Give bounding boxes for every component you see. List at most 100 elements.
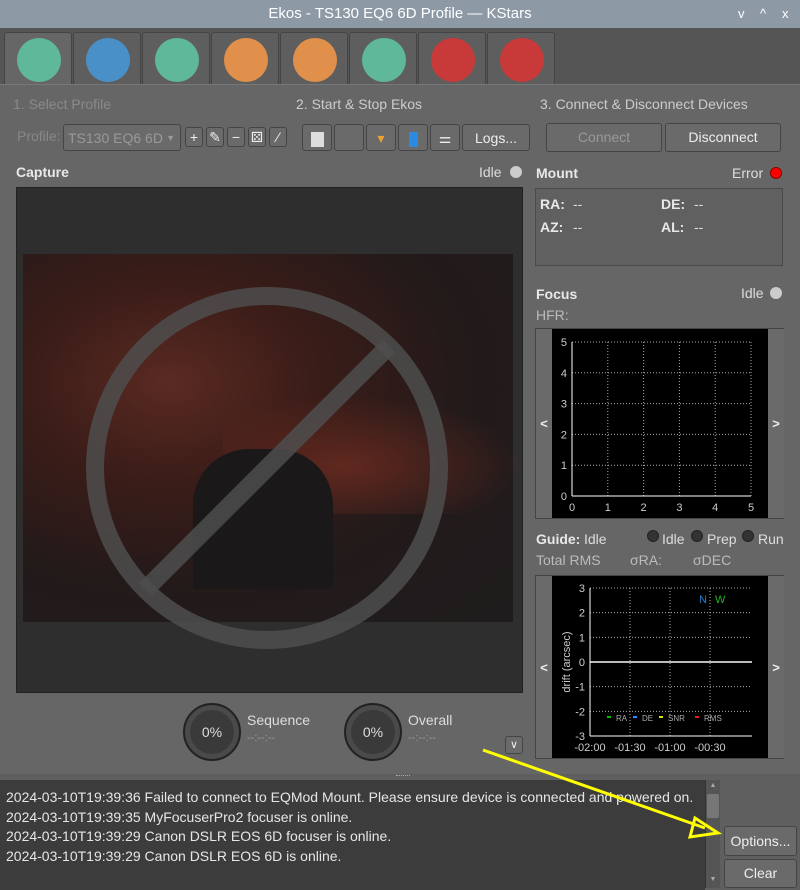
capture-status: Idle: [479, 164, 502, 180]
y-tick-label: 1: [561, 460, 567, 472]
overall-progress: 0%: [344, 703, 402, 761]
log-line: 2024-03-10T19:39:29 Canon DSLR EOS 6D fo…: [6, 828, 392, 844]
tab-focus[interactable]: [280, 32, 348, 84]
legend-swatch-rms: [695, 716, 699, 718]
ra-label: RA:: [540, 196, 565, 212]
wizard-button[interactable]: ⁄: [269, 127, 287, 147]
y-tick-label: -1: [575, 682, 585, 694]
compass-w: W: [715, 594, 726, 606]
y-tick-label: 3: [561, 399, 567, 411]
sequence-time: --:--:--: [247, 732, 276, 744]
notebook-icon: [86, 38, 130, 82]
y-tick-label: 0: [579, 657, 585, 669]
clear-button[interactable]: Clear: [724, 859, 797, 888]
y-tick-label: 2: [579, 608, 585, 620]
maximize-button[interactable]: ^: [760, 0, 766, 28]
capture-status-led: [510, 166, 522, 178]
logs-button[interactable]: Logs...: [462, 124, 530, 151]
scroll-up-arrow[interactable]: ▲: [707, 782, 719, 792]
guide-state-idle: Idle: [662, 531, 685, 547]
options-button[interactable]: Options...: [724, 826, 797, 856]
expand-button[interactable]: ∨: [505, 736, 523, 754]
guide-next-button[interactable]: >: [768, 576, 784, 758]
legend-label-snr: SNR: [668, 714, 685, 723]
mount-title: Mount: [536, 165, 578, 181]
tripod-icon: [362, 38, 406, 82]
no-image-icon: [86, 287, 448, 649]
lamp-icon: ▾: [377, 130, 385, 146]
minimize-button[interactable]: v: [738, 0, 745, 28]
tab-guide[interactable]: [487, 32, 555, 84]
sequence-progress: 0%: [183, 703, 241, 761]
y-tick-label: 0: [561, 491, 567, 503]
wrench-screwdriver-icon: [17, 38, 61, 82]
splitter-handle[interactable]: [396, 775, 410, 778]
x-tick-label: -01:00: [654, 742, 685, 754]
capture-title: Capture: [16, 164, 69, 180]
log-scrollbar[interactable]: ▲ ▼: [705, 780, 720, 888]
legend-label-rms: RMS: [704, 714, 722, 723]
step-connect: 3. Connect & Disconnect Devices: [540, 96, 748, 112]
x-tick-label: -02:00: [574, 742, 605, 754]
start-ekos-button[interactable]: [302, 124, 332, 151]
legend-swatch-ra: [607, 716, 611, 718]
focus-status-led: [770, 287, 782, 299]
delete-profile-button[interactable]: −: [227, 127, 245, 147]
focus-prev-button[interactable]: <: [536, 329, 552, 518]
x-tick-label: 1: [605, 502, 611, 514]
optical-trains-button[interactable]: [398, 124, 428, 151]
y-axis-label: drift (arcsec): [561, 631, 573, 692]
camera-icon: [224, 38, 268, 82]
overall-percent: 0%: [362, 724, 384, 740]
tab-align[interactable]: [418, 32, 486, 84]
sigma-ra-label: σRA:: [630, 552, 662, 568]
focus-next-button[interactable]: >: [768, 329, 784, 518]
az-label: AZ:: [540, 219, 564, 235]
blank-button[interactable]: [334, 124, 364, 151]
sliders-icon: ⚌: [438, 130, 452, 146]
log-line: 2024-03-10T19:39:35 MyFocuserPro2 focuse…: [6, 808, 353, 825]
stop-icon: [310, 131, 324, 147]
x-tick-label: 0: [569, 502, 575, 514]
edit-profile-button[interactable]: ✎: [206, 127, 224, 147]
disconnect-button[interactable]: Disconnect: [665, 123, 781, 152]
log-output[interactable]: 2024-03-10T19:39:36 Failed to connect to…: [0, 780, 705, 890]
legend-label-de: DE: [642, 714, 653, 723]
settings-button[interactable]: ⚌: [430, 124, 460, 151]
sigma-dec-label: σDEC: [693, 552, 732, 568]
total-rms-label: Total RMS: [536, 552, 601, 568]
chevron-right-icon: >: [772, 659, 780, 675]
add-profile-button[interactable]: +: [185, 127, 203, 147]
y-tick-label: 1: [579, 632, 585, 644]
legend-label-ra: RA: [616, 714, 628, 723]
y-tick-label: 3: [579, 583, 585, 595]
guide-drift-chart: 3210-1-2-3-02:00 -01:30 -01:00 -00:30drift …: [552, 576, 768, 758]
tab-scheduler[interactable]: [73, 32, 141, 84]
legend-swatch-de: [633, 716, 637, 718]
al-value: --: [694, 219, 704, 235]
tab-mount[interactable]: [349, 32, 417, 84]
scrollbar-thumb[interactable]: [707, 794, 719, 818]
dice-icon: ⚄: [250, 129, 264, 145]
connect-button[interactable]: Connect: [546, 123, 662, 152]
title-bar: Ekos - TS130 EQ6 6D Profile — KStars: [0, 0, 800, 28]
profile-select[interactable]: TS130 EQ6 6D ▼: [63, 124, 181, 151]
y-tick-label: 2: [561, 429, 567, 441]
y-tick-label: 4: [561, 368, 567, 380]
tab-capture[interactable]: [211, 32, 279, 84]
usb-drive-icon: [408, 131, 418, 147]
mount-status-led: [770, 167, 782, 179]
scripts-button[interactable]: ⚄: [248, 127, 266, 147]
guide-prev-button[interactable]: <: [536, 576, 552, 758]
legend-swatch-snr: [659, 716, 663, 718]
chevron-down-icon: ▼: [166, 133, 175, 143]
window-title: Ekos - TS130 EQ6 6D Profile — KStars: [268, 5, 532, 22]
tab-analyze[interactable]: [142, 32, 210, 84]
control-panel-button[interactable]: ▾: [366, 124, 396, 151]
compass-n: N: [699, 594, 707, 606]
scroll-down-arrow[interactable]: ▼: [707, 876, 719, 886]
chevron-left-icon: <: [540, 659, 548, 675]
hfr-label: HFR:: [536, 307, 569, 323]
tab-setup[interactable]: [4, 32, 72, 86]
close-button[interactable]: x: [782, 0, 789, 28]
